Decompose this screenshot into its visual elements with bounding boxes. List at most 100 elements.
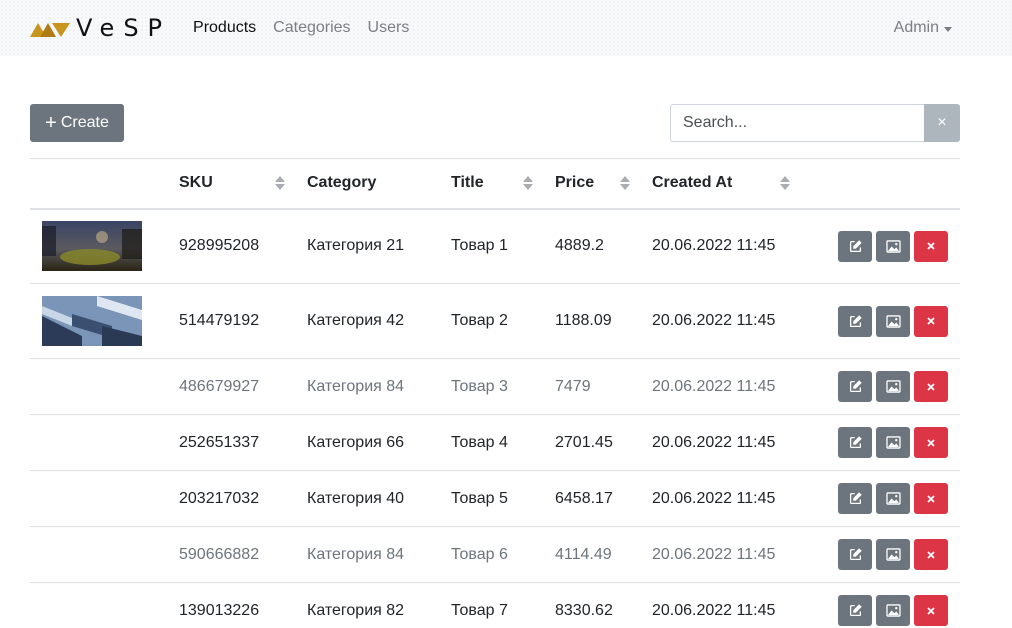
sku-cell: 252651337 [167, 414, 295, 471]
sku-cell: 203217032 [167, 470, 295, 527]
product-image-cell [30, 582, 167, 628]
delete-button[interactable] [914, 305, 948, 337]
table-row: 514479192 Категория 42 Товар 2 1188.09 2… [30, 283, 960, 359]
image-icon [885, 548, 901, 561]
title-cell: Товар 4 [439, 414, 543, 471]
title-cell: Товар 1 [439, 208, 543, 284]
pencil-square-icon [849, 436, 862, 449]
pencil-square-icon [849, 380, 862, 393]
images-button[interactable] [876, 371, 910, 402]
images-button[interactable] [876, 595, 910, 626]
category-cell: Категория 82 [295, 582, 439, 628]
delete-button[interactable] [914, 539, 948, 570]
images-button[interactable] [876, 483, 910, 514]
product-image-cell [30, 358, 167, 415]
actions-cell [800, 358, 960, 415]
close-icon: × [937, 114, 947, 131]
price-cell: 2701.45 [543, 414, 640, 471]
created-at-cell: 20.06.2022 11:45 [640, 283, 800, 359]
edit-button[interactable] [838, 595, 872, 626]
created-at-cell: 20.06.2022 11:45 [640, 208, 800, 284]
images-button[interactable] [876, 305, 910, 337]
brand-logo[interactable]: VeSP [30, 16, 171, 40]
product-thumbnail[interactable] [42, 296, 142, 346]
created-at-cell: 20.06.2022 11:45 [640, 414, 800, 471]
actions-cell [800, 208, 960, 284]
created-at-cell: 20.06.2022 11:45 [640, 470, 800, 527]
table-header-row: SKU Category Title Price Created At [30, 158, 960, 210]
delete-button[interactable] [914, 371, 948, 402]
images-button[interactable] [876, 539, 910, 570]
col-price[interactable]: Price [543, 158, 640, 210]
sort-icon [275, 176, 285, 191]
create-button[interactable]: + Create [30, 104, 124, 142]
row-actions [812, 427, 948, 458]
delete-button[interactable] [914, 230, 948, 262]
x-icon [927, 242, 935, 250]
edit-button[interactable] [838, 230, 872, 262]
col-title-label: Title [451, 174, 484, 192]
table-row: 486679927 Категория 84 Товар 3 7479 20.0… [30, 358, 960, 415]
image-icon [885, 240, 901, 253]
toolbar: + Create × [30, 104, 960, 142]
edit-button[interactable] [838, 539, 872, 570]
product-image-cell [30, 208, 167, 284]
pencil-square-icon [849, 314, 862, 327]
pencil-square-icon [849, 548, 862, 561]
edit-button[interactable] [838, 483, 872, 514]
edit-button[interactable] [838, 371, 872, 402]
col-created-at[interactable]: Created At [640, 158, 800, 210]
images-button[interactable] [876, 230, 910, 262]
nav-categories[interactable]: Categories [273, 19, 350, 37]
col-category-label: Category [307, 174, 377, 192]
price-cell: 4889.2 [543, 208, 640, 284]
actions-cell [800, 283, 960, 359]
edit-button[interactable] [838, 305, 872, 337]
image-icon [885, 314, 901, 328]
created-at-cell: 20.06.2022 11:45 [640, 582, 800, 628]
navbar: VeSP Products Categories Users Admin [0, 0, 1012, 56]
product-image-cell [30, 470, 167, 527]
create-button-label: Create [60, 114, 109, 131]
row-actions [812, 230, 948, 262]
col-created-at-label: Created At [652, 174, 733, 192]
category-cell: Категория 66 [295, 414, 439, 471]
pencil-square-icon [849, 604, 862, 617]
nav-users[interactable]: Users [368, 19, 410, 37]
col-title[interactable]: Title [439, 158, 543, 210]
product-image-cell [30, 283, 167, 359]
product-thumbnail[interactable] [42, 221, 142, 272]
user-menu[interactable]: Admin [894, 0, 952, 56]
plus-icon: + [45, 112, 57, 134]
col-sku-label: SKU [179, 174, 213, 192]
pencil-square-icon [849, 240, 862, 252]
nav-products[interactable]: Products [193, 19, 256, 37]
sku-cell: 486679927 [167, 358, 295, 415]
delete-button[interactable] [914, 483, 948, 514]
delete-button[interactable] [914, 595, 948, 626]
logo-mark-icon [30, 23, 70, 37]
x-icon [927, 317, 935, 325]
category-cell: Категория 84 [295, 526, 439, 583]
actions-cell [800, 526, 960, 583]
price-cell: 6458.17 [543, 470, 640, 527]
col-price-label: Price [555, 174, 595, 192]
table-row: 590666882 Категория 84 Товар 6 4114.49 2… [30, 526, 960, 583]
images-button[interactable] [876, 427, 910, 458]
x-icon [927, 438, 935, 447]
image-icon [885, 492, 901, 505]
clear-search-button[interactable]: × [924, 104, 960, 142]
edit-button[interactable] [838, 427, 872, 458]
caret-down-icon [944, 26, 952, 32]
x-icon [927, 550, 935, 559]
product-image-cell [30, 414, 167, 471]
col-sku[interactable]: SKU [167, 158, 295, 210]
sku-cell: 928995208 [167, 208, 295, 284]
actions-cell [800, 582, 960, 628]
products-table: SKU Category Title Price Created At 9289… [30, 158, 960, 628]
price-cell: 7479 [543, 358, 640, 415]
x-icon [927, 606, 935, 615]
delete-button[interactable] [914, 427, 948, 458]
search-input[interactable] [670, 104, 924, 142]
x-icon [927, 494, 935, 503]
